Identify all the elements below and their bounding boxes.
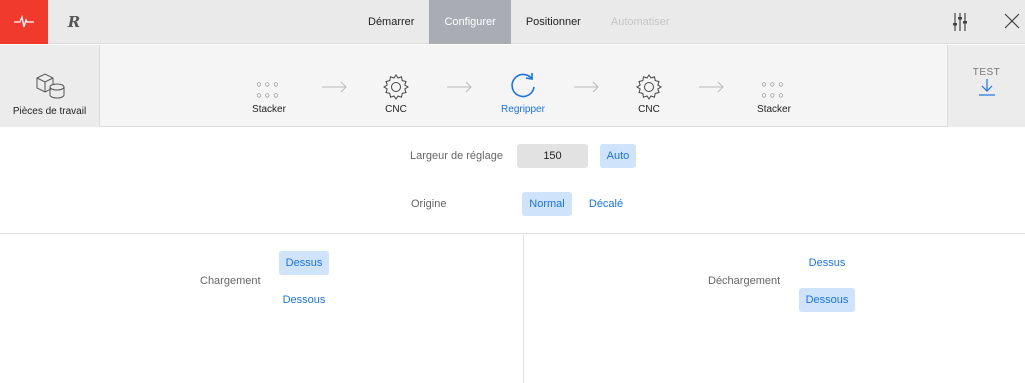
pieces-label: Pièces de travail (12, 106, 87, 117)
chargement-dessus-button[interactable]: Dessus (279, 251, 329, 275)
gear-icon (383, 74, 409, 100)
largeur-input[interactable]: 150 (517, 144, 588, 168)
test-button[interactable]: TEST (947, 45, 1025, 127)
origine-normal-button[interactable]: Normal (522, 192, 572, 216)
chargement-label: Chargement (200, 275, 261, 287)
gear-icon (636, 74, 662, 100)
pieces-de-travail-button[interactable]: Pièces de travail (0, 45, 100, 127)
arrow-right-icon (574, 81, 599, 93)
cube-cylinder-icon (36, 73, 64, 99)
step-label: Stacker (757, 104, 791, 115)
tab-demarrer[interactable]: Démarrer (353, 0, 429, 44)
workflow-bar: Pièces de travail ○○○ ○○○ Stacker CNC Reg… (0, 45, 1025, 127)
tab-configurer[interactable]: Configurer (429, 0, 511, 44)
section-divider (0, 233, 1025, 234)
origine-label: Origine (411, 198, 447, 210)
close-icon (1004, 13, 1020, 29)
tab-automatiser[interactable]: Automatiser (596, 0, 685, 44)
dechargement-dessous-button[interactable]: Dessous (799, 288, 855, 312)
step-regripper[interactable]: Regripper (488, 45, 558, 127)
sliders-icon (953, 13, 967, 31)
test-label: TEST (972, 67, 1001, 78)
dots-grid-icon: ○○○ ○○○ (256, 79, 282, 100)
dechargement-label: Déchargement (708, 275, 781, 287)
pulse-icon (14, 15, 34, 28)
dechargement-dessus-button[interactable]: Dessus (799, 251, 855, 275)
tab-positionner[interactable]: Positionner (511, 0, 596, 44)
rotate-icon (511, 73, 535, 98)
largeur-label: Largeur de réglage (410, 150, 503, 162)
pulse-button[interactable] (0, 0, 48, 44)
arrow-right-icon (322, 81, 347, 93)
origine-decale-button[interactable]: Décalé (581, 192, 631, 216)
arrow-right-icon (447, 81, 472, 93)
step-label: Stacker (252, 104, 286, 115)
step-label: CNC (385, 104, 407, 115)
step-label: CNC (638, 104, 660, 115)
top-bar: R Démarrer Configurer Positionner Automa… (0, 0, 1025, 44)
arrow-right-icon (699, 81, 724, 93)
robot-logo-icon: R (67, 13, 81, 31)
step-label: Regripper (501, 104, 545, 115)
robot-logo-button[interactable]: R (48, 0, 100, 44)
step-stacker-1[interactable]: ○○○ ○○○ Stacker (234, 45, 304, 127)
column-divider (523, 234, 524, 383)
chargement-dessous-button[interactable]: Dessous (279, 288, 329, 312)
dots-grid-icon: ○○○ ○○○ (761, 79, 787, 100)
step-cnc-2[interactable]: CNC (614, 45, 684, 127)
close-button[interactable] (1004, 13, 1020, 34)
main-tabs: Démarrer Configurer Positionner Automati… (353, 0, 685, 44)
step-cnc-1[interactable]: CNC (361, 45, 431, 127)
download-arrow-icon (978, 79, 995, 96)
settings-button[interactable] (952, 12, 968, 37)
auto-button[interactable]: Auto (600, 144, 636, 168)
step-stacker-2[interactable]: ○○○ ○○○ Stacker (739, 45, 809, 127)
